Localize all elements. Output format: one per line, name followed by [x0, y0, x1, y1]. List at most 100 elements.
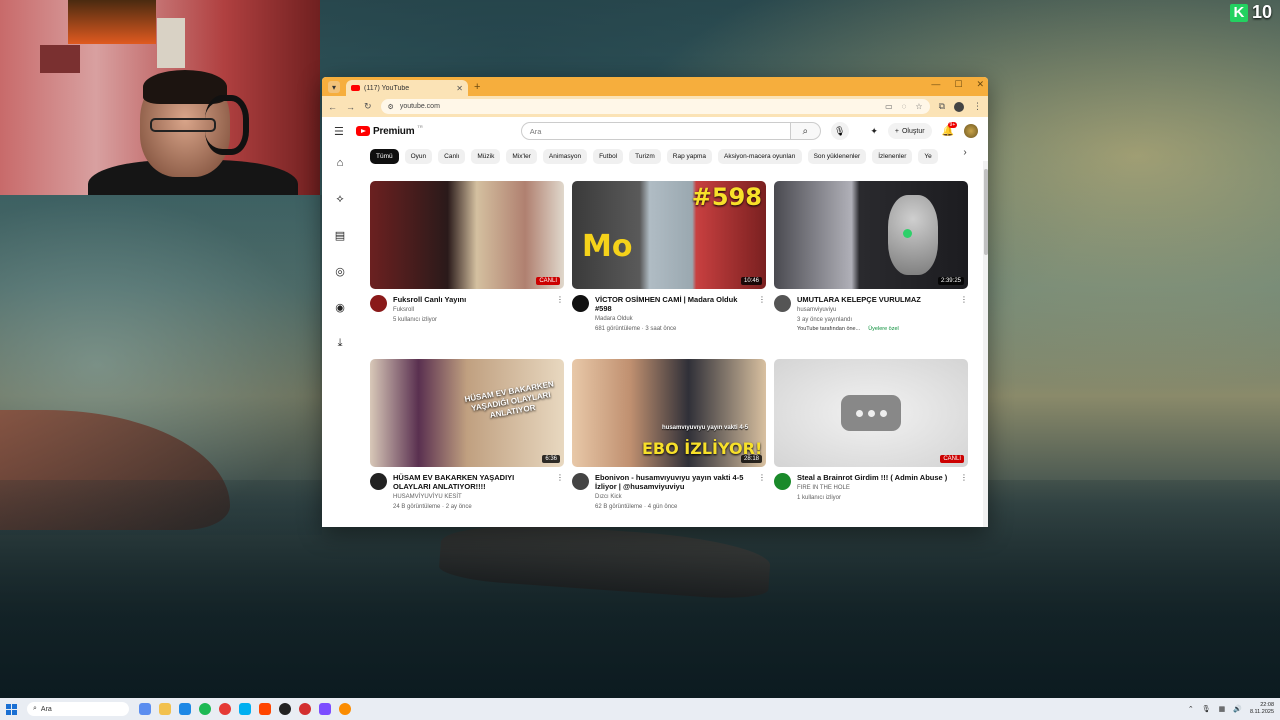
minimize-icon[interactable]: — [931, 79, 940, 90]
video-thumbnail[interactable]: #598 Mo 10:46 [572, 181, 766, 289]
clock[interactable]: 22:08 8.11.2025 [1250, 702, 1274, 716]
bookmark-star-icon[interactable]: ☆ [915, 102, 922, 111]
chip-11[interactable]: İzlenenler [872, 148, 913, 164]
video-thumbnail[interactable]: HÜSAM EV BAKARKEN YAŞADIĞI OLAYLARI ANLA… [370, 359, 564, 467]
channel-avatar[interactable] [370, 295, 387, 312]
video-card[interactable]: #598 Mo 10:46 VİCTOR OSİMHEN CAMİ | Mada… [572, 181, 766, 349]
video-card[interactable]: CANLI Fuksroll Canlı Yayını Fuksroll 5 k… [370, 181, 564, 349]
video-thumbnail[interactable]: CANLI [370, 181, 564, 289]
channel-name[interactable]: Dızcı Kick [595, 493, 752, 501]
chip-6[interactable]: Futbol [593, 148, 624, 164]
opera-icon[interactable] [299, 703, 311, 715]
chip-7[interactable]: Turizm [629, 148, 661, 164]
mic-icon[interactable]: 🎙 [1202, 705, 1211, 713]
channel-avatar[interactable] [370, 473, 387, 490]
channel-avatar[interactable] [572, 473, 589, 490]
more-options-icon[interactable]: ⋮ [758, 473, 766, 511]
channel-name[interactable]: husamviyuviyu [797, 306, 954, 314]
home-icon[interactable]: ⌂ [322, 145, 358, 181]
shorts-icon[interactable]: ⟡ [322, 181, 358, 217]
chip-1[interactable]: Oyun [404, 148, 433, 164]
search-input[interactable]: Ara [520, 122, 791, 140]
tab-close-icon[interactable]: ✕ [456, 84, 463, 93]
video-title[interactable]: Ebonivon - husamvıyuvıyu yayın vakti 4-5… [595, 473, 752, 491]
address-bar[interactable]: ⚙ youtube.com ▭ ◌ ☆ [380, 99, 930, 114]
channel-avatar[interactable] [774, 473, 791, 490]
browser-menu-icon[interactable]: ⋮ [973, 101, 982, 112]
account-avatar[interactable] [964, 124, 978, 138]
chip-9[interactable]: Aksiyon-macera oyunları [718, 148, 802, 164]
app-icon[interactable] [319, 703, 331, 715]
youtube-logo[interactable]: Premium TR [356, 124, 423, 137]
new-tab-icon[interactable]: + [474, 81, 480, 93]
video-card[interactable]: 2:39:25 UMUTLARA KELEPÇE VURULMAZ husamv… [774, 181, 968, 349]
chip-2[interactable]: Canlı [438, 148, 466, 164]
menu-icon[interactable]: ☰ [334, 125, 350, 138]
back-icon[interactable]: ← [328, 102, 337, 112]
copilot-icon[interactable] [139, 703, 151, 715]
video-thumbnail[interactable]: 2:39:25 [774, 181, 968, 289]
close-window-icon[interactable]: ✕ [976, 79, 984, 90]
chip-5[interactable]: Animasyon [542, 148, 588, 164]
chrome-icon[interactable] [219, 703, 231, 715]
profile-avatar[interactable] [954, 101, 964, 112]
extensions-icon[interactable]: ⧉ [939, 101, 945, 112]
subscriptions-icon[interactable]: ▤ [322, 217, 358, 253]
pulse-icon[interactable]: ✦ [870, 126, 878, 137]
channel-name[interactable]: FIRE IN THE HOLE [797, 484, 954, 492]
chrome-canary-icon[interactable] [339, 703, 351, 715]
spotify-icon[interactable] [199, 703, 211, 715]
chevron-right-icon[interactable]: › [958, 147, 972, 162]
file-explorer-icon[interactable] [159, 703, 171, 715]
edge-icon[interactable] [179, 703, 191, 715]
premium-icon[interactable]: ◎ [322, 253, 358, 289]
chevron-up-icon[interactable]: ⌃ [1188, 705, 1194, 713]
video-title[interactable]: Steal a Brainrot Girdim !!! ( Admin Abus… [797, 473, 954, 482]
app-icon[interactable] [279, 703, 291, 715]
cast-icon[interactable]: ▭ [885, 102, 893, 111]
search-button[interactable]: ⌕ [790, 122, 821, 140]
more-options-icon[interactable]: ⋮ [960, 473, 968, 502]
volume-icon[interactable]: 🔊 [1233, 705, 1242, 713]
channel-name[interactable]: Madara Olduk [595, 315, 752, 323]
forward-icon[interactable]: → [346, 102, 355, 112]
more-options-icon[interactable]: ⋮ [758, 295, 766, 333]
channel-avatar[interactable] [572, 295, 589, 312]
windows-start-icon[interactable] [6, 703, 17, 715]
video-title[interactable]: Fuksroll Canlı Yayını [393, 295, 550, 304]
more-options-icon[interactable]: ⋮ [960, 295, 968, 332]
video-title[interactable]: HÜSAM EV BAKARKEN YAŞADIYI OLAYLARI ANLA… [393, 473, 550, 491]
channel-name[interactable]: Fuksroll [393, 306, 550, 314]
tab-dropdown-icon[interactable]: ▾ [328, 81, 340, 93]
channel-name[interactable]: HUSAMVİYUVİYU KESİT [393, 493, 550, 501]
tab-youtube[interactable]: (117) YouTube ✕ [346, 80, 468, 96]
network-icon[interactable]: ▦ [1219, 705, 1226, 713]
video-card[interactable]: husamvıyuvıyu yayın vakti 4-5 EBO İZLİYO… [572, 359, 766, 527]
chip-3[interactable]: Müzik [471, 148, 501, 164]
skype-icon[interactable] [239, 703, 251, 715]
you-icon[interactable]: ◉ [322, 289, 358, 325]
video-card[interactable]: HÜSAM EV BAKARKEN YAŞADIĞI OLAYLARI ANLA… [370, 359, 564, 527]
notifications-button[interactable]: 🔔 9+ [942, 121, 958, 137]
reload-icon[interactable]: ↻ [364, 101, 372, 112]
more-options-icon[interactable]: ⋮ [556, 473, 564, 511]
voice-search-button[interactable]: 🎙 [830, 122, 849, 140]
app-icon[interactable] [259, 703, 271, 715]
channel-avatar[interactable] [774, 295, 791, 312]
create-button[interactable]: + Oluştur [887, 123, 932, 139]
video-thumbnail[interactable]: husamvıyuvıyu yayın vakti 4-5 EBO İZLİYO… [572, 359, 766, 467]
scrollbar-thumb[interactable] [983, 169, 988, 255]
site-info-icon[interactable]: ⚙ [388, 103, 394, 111]
video-title[interactable]: VİCTOR OSİMHEN CAMİ | Madara Olduk #598 [595, 295, 752, 313]
video-card[interactable]: CANLI Steal a Brainrot Girdim !!! ( Admi… [774, 359, 968, 527]
video-thumbnail[interactable]: CANLI [774, 359, 968, 467]
eye-off-icon[interactable]: ◌ [902, 102, 907, 111]
chip-12[interactable]: Ye [918, 148, 938, 164]
chip-8[interactable]: Rap yapma [666, 148, 713, 164]
chip-4[interactable]: Mix'ler [506, 148, 537, 164]
chip-0[interactable]: Tümü [370, 148, 399, 164]
video-title[interactable]: UMUTLARA KELEPÇE VURULMAZ [797, 295, 954, 304]
taskbar-search[interactable]: ⌕ Ara [27, 702, 129, 716]
more-options-icon[interactable]: ⋮ [556, 295, 564, 324]
chip-10[interactable]: Son yüklenenler [807, 148, 867, 164]
